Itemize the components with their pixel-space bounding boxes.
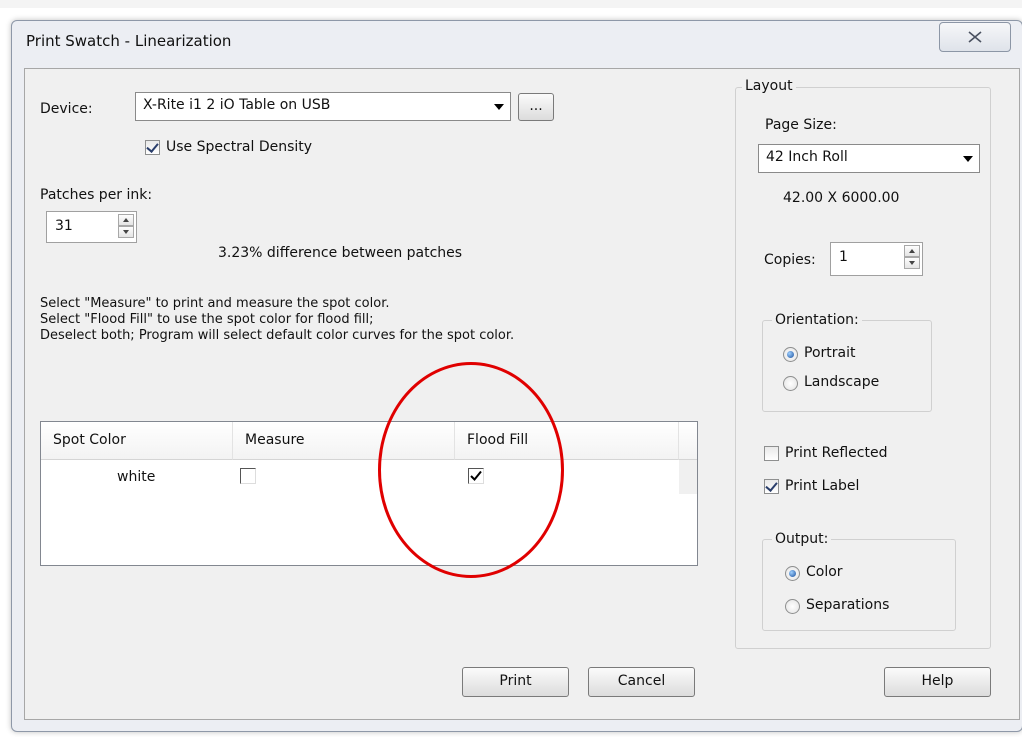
landscape-label: Landscape [804, 374, 880, 390]
annotation-circle [378, 362, 564, 578]
landscape-radio[interactable] [783, 376, 798, 391]
device-dropdown[interactable]: X-Rite i1 2 iO Table on USB [135, 92, 511, 121]
close-icon [968, 31, 982, 43]
instruction-line: Deselect both; Program will select defau… [40, 328, 515, 343]
chevron-down-icon [494, 104, 504, 110]
stepper-down-icon[interactable] [904, 257, 920, 269]
chevron-down-icon [963, 156, 973, 162]
instruction-line: Select "Flood Fill" to use the spot colo… [40, 312, 374, 327]
print-reflected-checkbox[interactable] [764, 446, 779, 461]
copies-label: Copies: [764, 252, 816, 268]
color-radio[interactable] [785, 566, 800, 581]
layout-group-label: Layout [742, 78, 796, 94]
page-dimensions: 42.00 X 6000.00 [783, 190, 900, 206]
spot-color-name: white [117, 469, 156, 485]
copies-stepper[interactable]: 1 [830, 242, 923, 276]
background-strip [0, 0, 1022, 8]
device-browse-button[interactable]: ... [518, 93, 554, 121]
stepper-up-icon[interactable] [904, 245, 920, 257]
device-selected: X-Rite i1 2 iO Table on USB [143, 97, 331, 113]
page-size-label: Page Size: [765, 117, 837, 133]
page-size-dropdown[interactable]: 42 Inch Roll [758, 144, 980, 173]
help-button[interactable]: Help [884, 667, 991, 697]
column-header-filler [679, 422, 697, 460]
spectral-density-label: Use Spectral Density [166, 139, 313, 155]
separations-radio[interactable] [785, 599, 800, 614]
patch-difference-text: 3.23% difference between patches [218, 245, 463, 261]
stepper-up-icon[interactable] [118, 214, 134, 226]
print-reflected-label: Print Reflected [785, 445, 888, 461]
output-group [762, 539, 956, 631]
print-label-checkbox[interactable] [764, 479, 779, 494]
patches-value: 31 [55, 218, 73, 234]
spot-color-grid[interactable]: Spot Color Measure Flood Fill white [40, 421, 698, 566]
device-label: Device: [40, 101, 93, 117]
output-label: Output: [772, 531, 832, 547]
stepper-down-icon[interactable] [118, 226, 134, 238]
copies-value: 1 [839, 249, 848, 265]
spectral-density-checkbox[interactable] [145, 140, 160, 155]
separations-label: Separations [806, 597, 890, 613]
page-size-selected: 42 Inch Roll [766, 149, 848, 165]
column-header-spot-color[interactable]: Spot Color [41, 422, 233, 460]
patches-stepper[interactable]: 31 [46, 211, 137, 243]
row-filler [679, 460, 697, 494]
measure-checkbox[interactable] [240, 468, 256, 484]
instruction-line: Select "Measure" to print and measure th… [40, 296, 390, 311]
patches-label: Patches per ink: [40, 187, 153, 203]
orientation-label: Orientation: [772, 312, 862, 328]
portrait-label: Portrait [804, 345, 856, 361]
print-label-label: Print Label [785, 478, 860, 494]
dialog-title: Print Swatch - Linearization [26, 32, 232, 50]
cancel-button[interactable]: Cancel [588, 667, 695, 697]
table-row[interactable]: white [41, 460, 679, 494]
close-button[interactable] [939, 22, 1011, 52]
orientation-group [762, 320, 932, 412]
print-button[interactable]: Print [462, 667, 569, 697]
color-label: Color [806, 564, 843, 580]
portrait-radio[interactable] [783, 347, 798, 362]
